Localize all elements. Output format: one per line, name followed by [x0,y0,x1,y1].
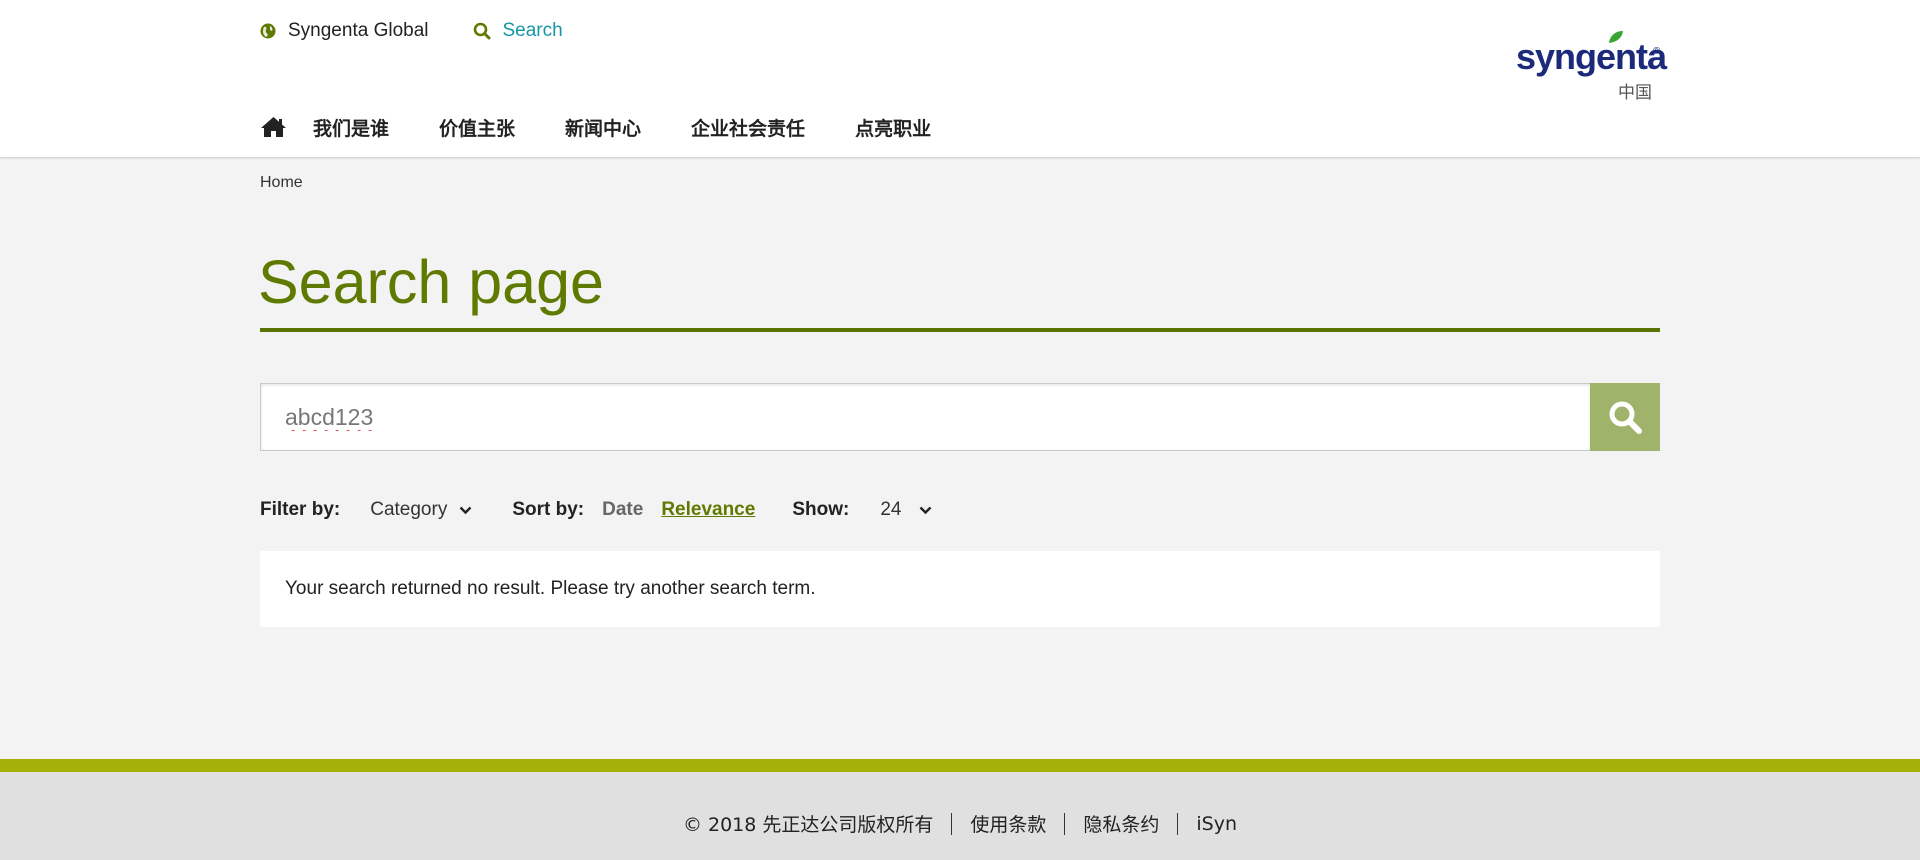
footer-divider [1064,812,1066,835]
nav-item-news-center[interactable]: 新闻中心 [565,114,641,141]
sort-date-option[interactable]: Date [602,499,643,521]
site-footer: © 2018 先正达公司版权所有 使用条款 隐私条约 iSyn [0,772,1920,860]
sort-relevance-option[interactable]: Relevance [661,499,755,521]
syngenta-global-link[interactable]: Syngenta Global [260,20,429,42]
show-count-dropdown[interactable]: 24 [880,499,932,521]
syngenta-global-label: Syngenta Global [288,20,429,41]
syngenta-logo[interactable]: syngenta ® 中国 [1516,31,1667,103]
chevron-down-icon [919,506,932,515]
home-icon[interactable] [260,116,287,138]
footer-divider [1177,812,1179,835]
filter-label: Filter by: [260,499,341,520]
chevron-down-icon [459,506,472,515]
nav-item-csr[interactable]: 企业社会责任 [691,114,805,141]
breadcrumb-home[interactable]: Home [260,174,303,191]
show-label: Show: [792,499,850,520]
title-divider [260,328,1660,332]
footer-accent-bar [0,759,1920,772]
nav-item-value-proposition[interactable]: 价值主张 [439,114,515,141]
privacy-link[interactable]: 隐私条约 [1083,810,1159,837]
globe-icon [260,23,276,39]
search-button[interactable] [1590,383,1660,451]
search-icon [473,22,491,40]
results-panel: Your search returned no result. Please t… [260,551,1660,627]
footer-links: © 2018 先正达公司版权所有 使用条款 隐私条约 iSyn [0,810,1920,837]
search-icon [1607,399,1643,435]
copyright-text: © 2018 先正达公司版权所有 [682,814,934,836]
logo-region: 中国 [1618,83,1652,103]
logo-wordmark: syngenta [1516,36,1667,77]
filter-bar: Filter by: Category Sort by: Date Releva… [260,498,932,522]
no-results-message: Your search returned no result. Please t… [285,578,816,599]
search-box [260,383,1590,451]
nav-item-careers[interactable]: 点亮职业 [855,114,931,141]
page: Syngenta Global Search syngenta ® 中国 我们是… [0,0,1920,860]
footer-divider [951,812,953,835]
breadcrumb: Home [260,174,303,192]
main-nav: 我们是谁 价值主张 新闻中心 企业社会责任 点亮职业 [260,113,981,141]
show-count-value: 24 [880,499,902,520]
search-link-label: Search [502,20,563,41]
utility-bar: Syngenta Global Search [260,19,563,43]
site-header: Syngenta Global Search syngenta ® 中国 我们是… [0,0,1920,158]
category-dropdown[interactable]: Category [370,499,472,521]
sort-label: Sort by: [512,499,585,520]
logo-registered: ® [1653,46,1661,57]
category-value: Category [370,499,448,520]
nav-item-who-we-are[interactable]: 我们是谁 [313,114,389,141]
terms-link[interactable]: 使用条款 [970,810,1046,837]
search-link[interactable]: Search [473,20,563,42]
search-input[interactable] [261,384,1590,450]
page-title: Search page [258,248,604,316]
isyn-link[interactable]: iSyn [1196,813,1237,835]
